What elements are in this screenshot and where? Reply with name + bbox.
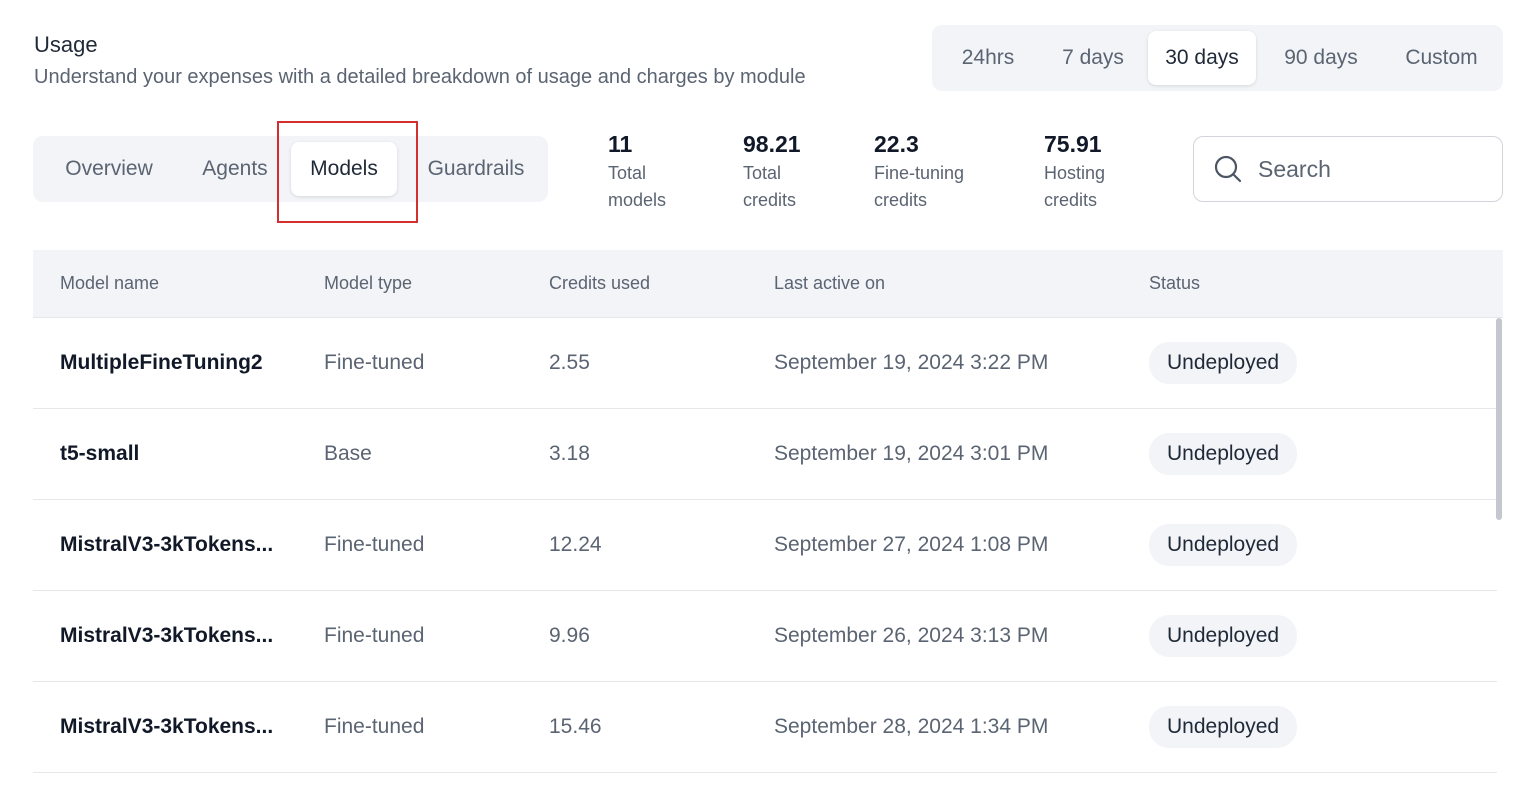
cell-last-active: September 26, 2024 3:13 PM — [774, 624, 1049, 647]
cell-model-name: MultipleFineTuning2 — [60, 351, 263, 374]
range-90-days-button[interactable]: 90 days — [1256, 31, 1386, 85]
stat-fine-tuning-credits: 22.3 Fine-tuning credits — [874, 130, 964, 214]
table-row[interactable]: MistralV3-3kTokens... Fine-tuned 9.96 Se… — [33, 591, 1497, 682]
cell-status: Undeployed — [1149, 591, 1298, 681]
range-30-days-button[interactable]: 30 days — [1148, 31, 1256, 85]
cell-model-name: MistralV3-3kTokens... — [60, 715, 274, 738]
tab-models[interactable]: Models — [291, 142, 397, 196]
table-header: Model name Model type Credits used Last … — [33, 250, 1503, 318]
stat-total-credits: 98.21 Total credits — [743, 130, 801, 214]
cell-status: Undeployed — [1149, 500, 1298, 590]
table-row[interactable]: MistralV3-3kTokens... Fine-tuned 15.46 S… — [33, 682, 1497, 773]
stat-hosting-credits: 75.91 Hosting credits — [1044, 130, 1105, 214]
status-badge: Undeployed — [1149, 615, 1298, 657]
time-range-selector: 24hrs 7 days 30 days 90 days Custom — [932, 25, 1503, 91]
table-row[interactable]: MistralV3-3kTokens... Fine-tuned 12.24 S… — [33, 500, 1497, 591]
tab-guardrails[interactable]: Guardrails — [413, 142, 539, 196]
cell-last-active: September 19, 2024 3:22 PM — [774, 351, 1049, 374]
cell-last-active: September 27, 2024 1:08 PM — [774, 533, 1049, 556]
tab-agents[interactable]: Agents — [179, 142, 291, 196]
stat-value: 75.91 — [1044, 131, 1102, 157]
cell-status: Undeployed — [1149, 409, 1298, 499]
search-icon — [1214, 155, 1242, 183]
cell-status: Undeployed — [1149, 682, 1298, 772]
cell-model-type: Fine-tuned — [324, 351, 425, 374]
status-badge: Undeployed — [1149, 524, 1298, 566]
tab-overview[interactable]: Overview — [41, 142, 177, 196]
cell-last-active: September 19, 2024 3:01 PM — [774, 442, 1049, 465]
table-scrollbar[interactable] — [1496, 318, 1502, 520]
cell-credits-used: 2.55 — [549, 351, 590, 374]
stat-value: 11 — [608, 131, 633, 157]
cell-model-type: Base — [324, 442, 372, 465]
search-input[interactable] — [1256, 154, 1480, 184]
cell-model-name: MistralV3-3kTokens... — [60, 624, 274, 647]
range-24hrs-button[interactable]: 24hrs — [938, 31, 1038, 85]
cell-credits-used: 15.46 — [549, 715, 602, 738]
cell-model-type: Fine-tuned — [324, 533, 425, 556]
search-box[interactable] — [1193, 136, 1503, 202]
stat-value: 98.21 — [743, 131, 801, 157]
models-table: Model name Model type Credits used Last … — [33, 250, 1503, 790]
cell-credits-used: 3.18 — [549, 442, 590, 465]
cell-credits-used: 9.96 — [549, 624, 590, 647]
cell-model-name: t5-small — [60, 442, 140, 465]
cell-credits-used: 12.24 — [549, 533, 602, 556]
module-tabs: Overview Agents Models Guardrails — [33, 136, 548, 202]
stat-label: Hosting credits — [1044, 163, 1106, 210]
stat-label: Total credits — [743, 163, 797, 210]
cell-last-active: September 28, 2024 1:34 PM — [774, 715, 1049, 738]
table-body: MultipleFineTuning2 Fine-tuned 2.55 Sept… — [33, 318, 1503, 790]
status-badge: Undeployed — [1149, 433, 1298, 475]
table-row[interactable]: MultipleFineTuning2 Fine-tuned 2.55 Sept… — [33, 318, 1497, 409]
column-header-model-type[interactable]: Model type — [324, 250, 412, 317]
range-custom-button[interactable]: Custom — [1386, 31, 1497, 85]
usage-page: Usage Understand your expenses with a de… — [0, 0, 1526, 790]
column-header-credits-used[interactable]: Credits used — [549, 250, 650, 317]
column-header-model-name[interactable]: Model name — [60, 250, 159, 317]
stat-value: 22.3 — [874, 131, 919, 157]
column-header-last-active[interactable]: Last active on — [774, 250, 885, 317]
page-subtitle: Understand your expenses with a detailed… — [34, 66, 806, 88]
status-badge: Undeployed — [1149, 706, 1298, 748]
range-7-days-button[interactable]: 7 days — [1038, 31, 1148, 85]
status-badge: Undeployed — [1149, 342, 1298, 384]
stat-label: Fine-tuning credits — [874, 163, 965, 210]
stat-label: Total models — [608, 163, 667, 210]
table-row[interactable]: t5-small Base 3.18 September 19, 2024 3:… — [33, 409, 1497, 500]
cell-model-name: MistralV3-3kTokens... — [60, 533, 274, 556]
cell-status: Undeployed — [1149, 318, 1298, 408]
page-title: Usage — [34, 32, 98, 57]
cell-model-type: Fine-tuned — [324, 715, 425, 738]
cell-model-type: Fine-tuned — [324, 624, 425, 647]
column-header-status[interactable]: Status — [1149, 250, 1200, 317]
stat-total-models: 11 Total models — [608, 130, 666, 214]
